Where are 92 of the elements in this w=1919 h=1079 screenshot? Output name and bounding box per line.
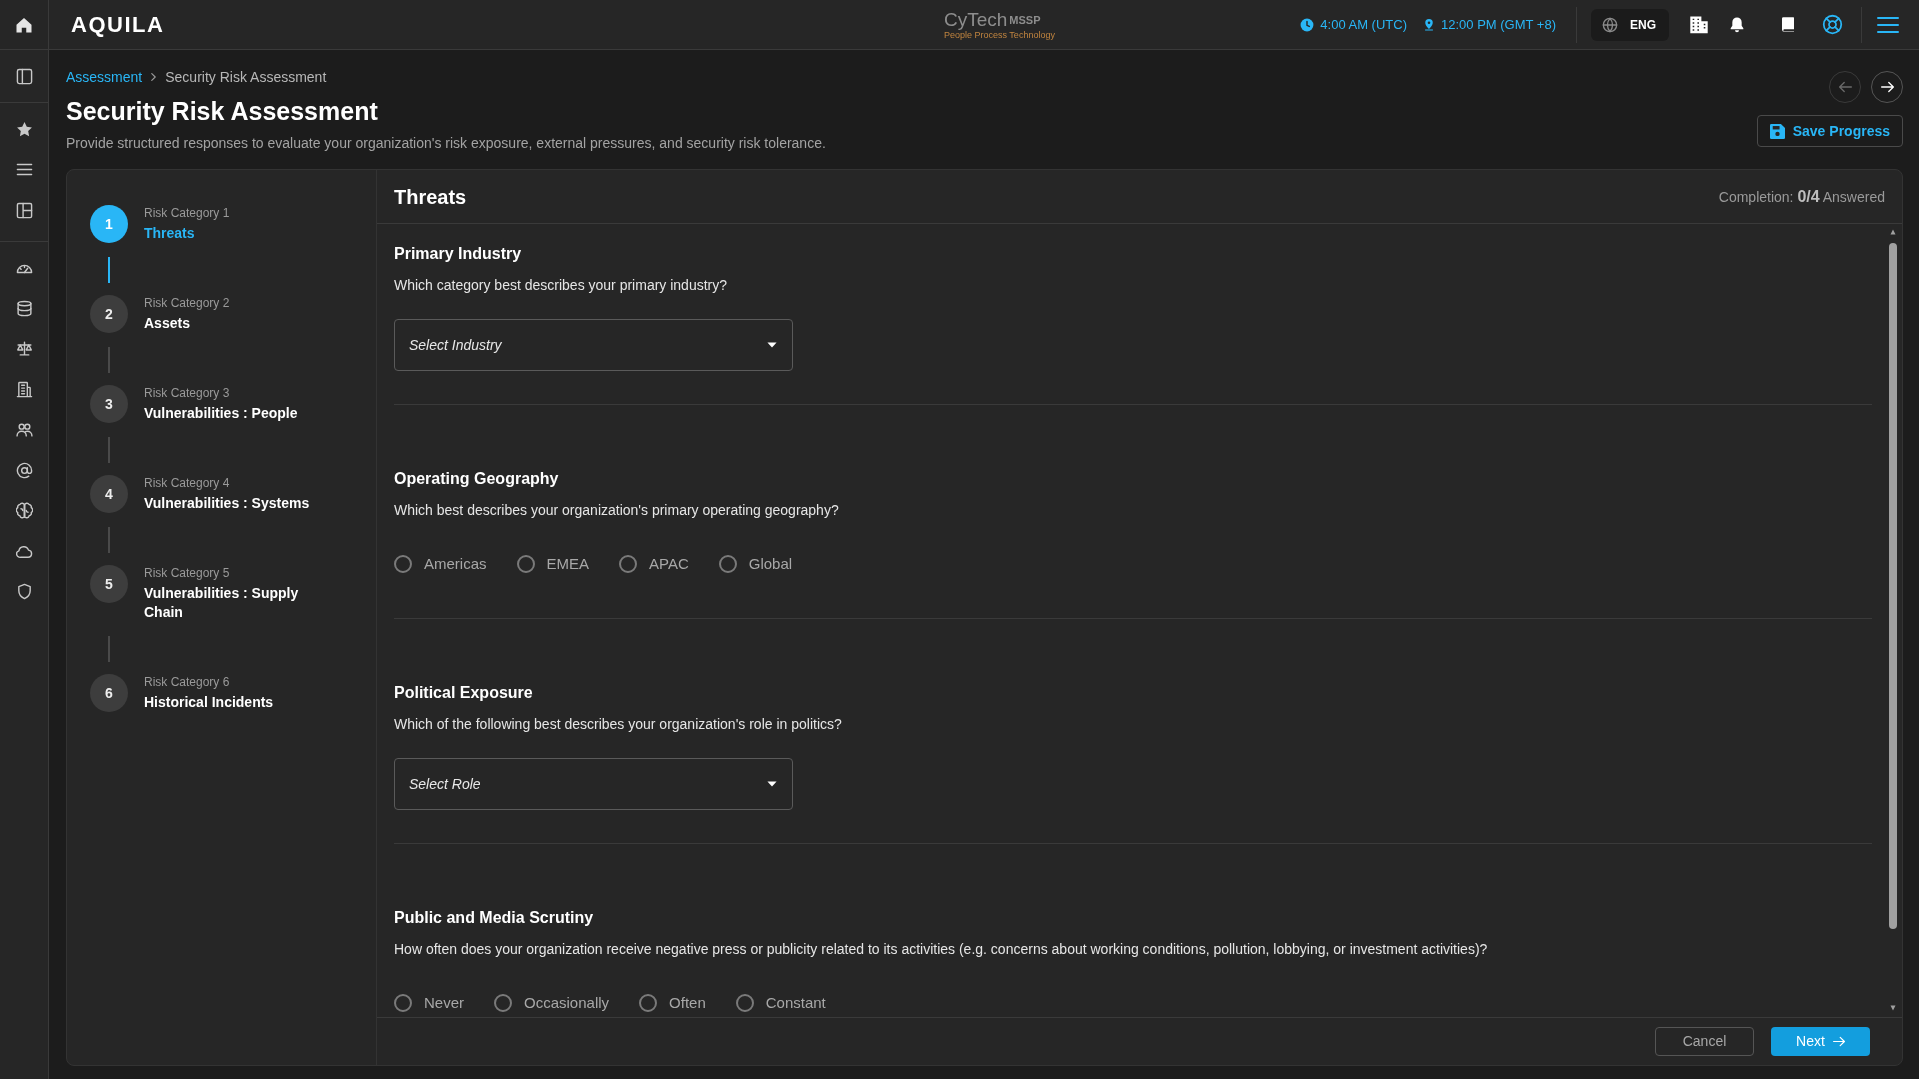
step-connector — [108, 347, 110, 373]
brand-logo-text: CyTech — [944, 9, 1008, 30]
radio-button[interactable] — [494, 994, 512, 1012]
step-number[interactable]: 5 — [90, 565, 128, 603]
language-selector[interactable]: ENG — [1591, 8, 1669, 41]
chevron-right-icon — [151, 73, 157, 81]
step-category-label: Risk Category 4 — [144, 475, 231, 491]
step-category-label: Risk Category 2 — [144, 295, 230, 311]
step-title[interactable]: Assets — [144, 314, 230, 333]
balance-scale-icon[interactable] — [15, 340, 33, 358]
save-icon — [1769, 123, 1785, 139]
radio-label[interactable]: Constant — [765, 991, 826, 1015]
step-category-label: Risk Category 3 — [144, 385, 231, 401]
arrow-right-icon — [1832, 1036, 1845, 1047]
radio-label[interactable]: Never — [424, 991, 464, 1015]
cancel-button[interactable]: Cancel — [1655, 1027, 1754, 1056]
dropdown-field[interactable]: Select Role — [394, 758, 793, 810]
radio-button[interactable] — [394, 994, 412, 1012]
shield-icon[interactable] — [15, 583, 33, 601]
scrollbar-thumb[interactable] — [1888, 243, 1897, 929]
page-title: Security Risk Assessment — [66, 96, 379, 127]
scroll-down-icon[interactable] — [1888, 1005, 1897, 1011]
radio-label[interactable]: Americas — [424, 552, 487, 576]
save-progress-button[interactable]: Save Progress — [1756, 115, 1903, 147]
sidebar-toggle-icon[interactable] — [15, 67, 33, 85]
section-title: Threats — [394, 184, 467, 210]
step-number[interactable]: 2 — [90, 295, 128, 333]
time-label: 12:00 PM (GMT +8) — [1441, 15, 1556, 34]
radio-button[interactable] — [619, 555, 638, 573]
scroll-up-icon[interactable] — [1888, 229, 1897, 235]
radio-button[interactable] — [718, 555, 737, 573]
radio-button[interactable] — [639, 994, 658, 1012]
radio-label[interactable]: EMEA — [546, 552, 590, 576]
radio-button[interactable] — [735, 994, 754, 1012]
step-number[interactable]: 3 — [90, 385, 128, 423]
step-category-label: Risk Category 5 — [144, 565, 231, 581]
bell-icon[interactable] — [1729, 16, 1745, 33]
question-title: Public and Media Scrutiny — [394, 908, 595, 928]
brain-icon[interactable] — [15, 502, 33, 520]
layout-icon[interactable] — [15, 201, 33, 219]
step-connector — [108, 527, 110, 553]
clock-icon — [1300, 17, 1315, 32]
location-pin-icon — [1423, 17, 1435, 32]
brand-suffix-text: MSSP — [1009, 12, 1041, 27]
radio-label[interactable]: Global — [748, 552, 793, 576]
question-text: Which of the following best describes your organization's role in politics? — [394, 715, 843, 734]
at-sign-icon[interactable] — [15, 461, 33, 479]
arrow-left-icon — [1838, 81, 1852, 93]
question-text: How often does your organization receive negative press or publicity related to its activities (e.g. concerns about working conditions, pollution, lobbying, or investment activities)? — [394, 940, 1489, 959]
menu-icon[interactable] — [1877, 15, 1899, 34]
question-title: Primary Industry — [394, 244, 523, 264]
step-title[interactable]: Vulnerabilities : Systems — [144, 494, 310, 513]
step-connector — [108, 437, 110, 463]
radio-label[interactable]: Often — [669, 991, 706, 1015]
home-icon[interactable] — [15, 15, 33, 34]
step-title[interactable]: Vulnerabilities : People — [144, 404, 298, 423]
book-icon[interactable] — [1780, 16, 1796, 33]
building-icon[interactable] — [15, 380, 33, 398]
arrow-right-icon — [1880, 81, 1894, 93]
caret-down-icon — [767, 342, 777, 348]
brand-tagline: People Process Technology — [944, 29, 1055, 40]
step-title[interactable]: Historical Incidents — [144, 693, 274, 712]
step-number[interactable]: 6 — [90, 674, 128, 712]
step-title[interactable]: Threats — [144, 224, 230, 243]
question-text: Which category best describes your primary industry? — [394, 276, 729, 295]
time-label: 4:00 AM (UTC) — [1320, 15, 1407, 34]
star-icon[interactable] — [15, 120, 33, 138]
step-title[interactable]: Vulnerabilities : Supply Chain — [144, 584, 330, 622]
step-connector — [108, 636, 110, 662]
radio-button[interactable] — [394, 555, 412, 573]
question-text: Which best describes your organization's primary operating geography? — [394, 501, 840, 520]
page-subtitle: Provide structured responses to evaluate your organization's risk exposure, external pressures, and security risk tolerance. — [66, 134, 826, 153]
radio-label[interactable]: APAC — [649, 552, 689, 576]
question-title: Operating Geography — [394, 469, 560, 489]
radio-label[interactable]: Occasionally — [524, 991, 610, 1015]
completion-status: Completion: 0/4 Answered — [1718, 186, 1885, 207]
database-icon[interactable] — [15, 299, 33, 317]
lifebuoy-icon[interactable] — [1822, 14, 1843, 35]
people-icon[interactable] — [15, 421, 33, 439]
globe-icon — [1602, 16, 1618, 33]
step-connector — [108, 257, 110, 283]
question-title: Political Exposure — [394, 683, 534, 703]
breadcrumb-current: Security Risk Assessment — [165, 67, 327, 87]
logo-text[interactable]: AQUILA — [71, 8, 165, 41]
office-building-icon[interactable] — [1689, 15, 1709, 34]
caret-down-icon — [767, 781, 777, 787]
step-number[interactable]: 4 — [90, 475, 128, 513]
step-category-label: Risk Category 1 — [144, 205, 230, 221]
step-category-label: Risk Category 6 — [144, 674, 231, 690]
radio-button[interactable] — [516, 555, 535, 573]
breadcrumb-link[interactable]: Assessment — [66, 66, 143, 88]
dropdown-field[interactable]: Select Industry — [394, 319, 793, 371]
